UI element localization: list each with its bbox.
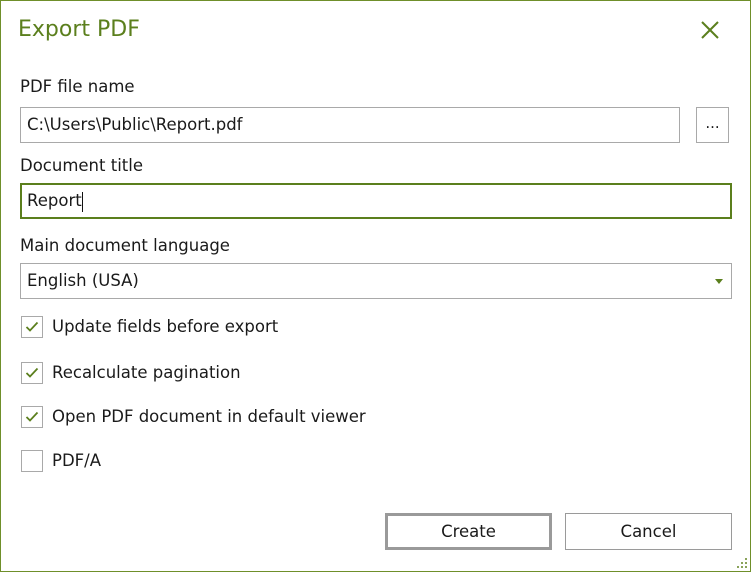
check-icon — [25, 321, 39, 332]
document-title-input[interactable]: Report — [20, 183, 732, 219]
cancel-button[interactable]: Cancel — [565, 513, 732, 550]
language-selected-value: English (USA) — [27, 271, 139, 290]
checkbox-open-in-viewer[interactable] — [21, 406, 43, 428]
check-icon — [25, 367, 39, 378]
option-label: Update fields before export — [52, 317, 279, 336]
pdf-file-name-label: PDF file name — [20, 77, 135, 96]
export-pdf-dialog: Export PDF PDF file name C:\Users\Public… — [0, 0, 751, 572]
option-pdf-a[interactable]: PDF/A — [21, 449, 101, 473]
text-caret — [81, 191, 83, 212]
option-label: Recalculate pagination — [52, 363, 241, 382]
language-label: Main document language — [20, 236, 230, 255]
chevron-down-icon — [715, 279, 723, 284]
close-button[interactable] — [696, 16, 724, 44]
create-button[interactable]: Create — [385, 513, 552, 550]
checkbox-pdf-a[interactable] — [21, 450, 43, 472]
option-label: PDF/A — [52, 451, 101, 470]
close-icon — [701, 21, 719, 39]
check-icon — [25, 411, 39, 422]
option-recalculate-pagination[interactable]: Recalculate pagination — [21, 361, 241, 385]
resize-grip-icon[interactable] — [736, 557, 748, 569]
document-title-value: Report — [27, 191, 82, 210]
language-dropdown[interactable]: English (USA) — [20, 263, 732, 299]
option-update-fields[interactable]: Update fields before export — [21, 315, 278, 339]
pdf-file-name-input[interactable]: C:\Users\Public\Report.pdf — [20, 107, 680, 143]
checkbox-update-fields[interactable] — [21, 316, 43, 338]
pdf-file-name-value: C:\Users\Public\Report.pdf — [27, 115, 243, 134]
option-open-in-viewer[interactable]: Open PDF document in default viewer — [21, 405, 366, 429]
checkbox-recalculate-pagination[interactable] — [21, 362, 43, 384]
browse-button[interactable]: ... — [696, 107, 729, 143]
dialog-title: Export PDF — [18, 17, 140, 42]
option-label: Open PDF document in default viewer — [52, 407, 366, 426]
document-title-label: Document title — [20, 156, 143, 175]
